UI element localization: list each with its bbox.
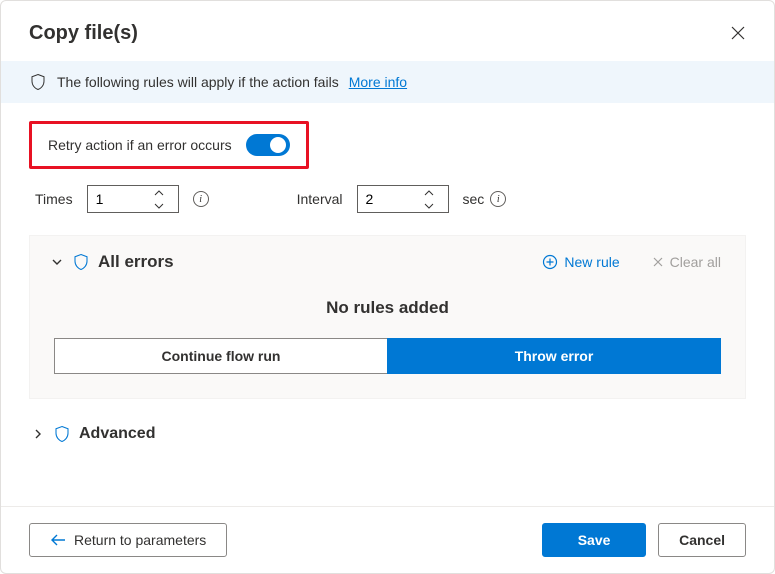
advanced-section-toggle[interactable]: Advanced xyxy=(29,425,746,443)
errors-panel: All errors New rule Clear all No rules a… xyxy=(29,235,746,399)
chevron-up-icon xyxy=(424,190,434,196)
chevron-down-icon xyxy=(424,203,434,209)
dialog-header: Copy file(s) xyxy=(1,1,774,61)
continue-flow-button[interactable]: Continue flow run xyxy=(54,338,387,374)
shield-icon xyxy=(29,73,47,91)
return-button[interactable]: Return to parameters xyxy=(29,523,227,557)
times-field xyxy=(87,185,179,213)
more-info-link[interactable]: More info xyxy=(349,74,407,90)
dialog: Copy file(s) The following rules will ap… xyxy=(0,0,775,574)
return-label: Return to parameters xyxy=(74,532,206,548)
retry-label: Retry action if an error occurs xyxy=(48,137,232,153)
retry-params-row: Times i Interval sec i xyxy=(29,185,746,213)
interval-up-button[interactable] xyxy=(419,186,440,199)
shield-icon xyxy=(72,253,90,271)
times-label: Times xyxy=(35,191,73,207)
arrow-left-icon xyxy=(50,533,66,547)
dialog-footer: Return to parameters Save Cancel xyxy=(1,506,774,573)
chevron-down-icon xyxy=(154,203,164,209)
toggle-knob xyxy=(270,137,286,153)
dialog-body: Retry action if an error occurs Times i … xyxy=(1,103,774,506)
close-icon xyxy=(652,256,664,268)
new-rule-label: New rule xyxy=(564,254,619,270)
advanced-label: Advanced xyxy=(79,425,155,443)
no-rules-text: No rules added xyxy=(50,298,725,318)
interval-label: Interval xyxy=(297,191,343,207)
save-button[interactable]: Save xyxy=(542,523,646,557)
chevron-down-icon[interactable] xyxy=(50,255,64,269)
save-label: Save xyxy=(578,532,611,548)
interval-spinners xyxy=(418,186,440,212)
throw-error-button[interactable]: Throw error xyxy=(387,338,721,374)
retry-toggle[interactable] xyxy=(246,134,290,156)
shield-icon xyxy=(53,425,71,443)
interval-unit: sec xyxy=(463,191,485,207)
info-banner: The following rules will apply if the ac… xyxy=(1,61,774,103)
times-up-button[interactable] xyxy=(149,186,170,199)
retry-highlight: Retry action if an error occurs xyxy=(29,121,309,169)
cancel-label: Cancel xyxy=(679,532,725,548)
chevron-right-icon xyxy=(31,427,45,441)
times-spinners xyxy=(148,186,170,212)
error-mode-segments: Continue flow run Throw error xyxy=(54,338,721,374)
times-info-icon[interactable]: i xyxy=(193,191,209,207)
interval-info-icon[interactable]: i xyxy=(490,191,506,207)
interval-down-button[interactable] xyxy=(419,199,440,212)
clear-all-button[interactable]: Clear all xyxy=(648,252,725,272)
dialog-title: Copy file(s) xyxy=(29,22,138,45)
clear-all-label: Clear all xyxy=(670,254,721,270)
banner-text: The following rules will apply if the ac… xyxy=(57,74,339,90)
close-icon xyxy=(730,25,746,41)
chevron-up-icon xyxy=(154,190,164,196)
plus-circle-icon xyxy=(542,254,558,270)
times-input[interactable] xyxy=(88,186,148,212)
close-button[interactable] xyxy=(726,21,750,45)
interval-input[interactable] xyxy=(358,186,418,212)
errors-title: All errors xyxy=(98,252,530,272)
interval-field xyxy=(357,185,449,213)
new-rule-button[interactable]: New rule xyxy=(538,252,623,272)
cancel-button[interactable]: Cancel xyxy=(658,523,746,557)
errors-header: All errors New rule Clear all xyxy=(50,252,725,272)
times-down-button[interactable] xyxy=(149,199,170,212)
